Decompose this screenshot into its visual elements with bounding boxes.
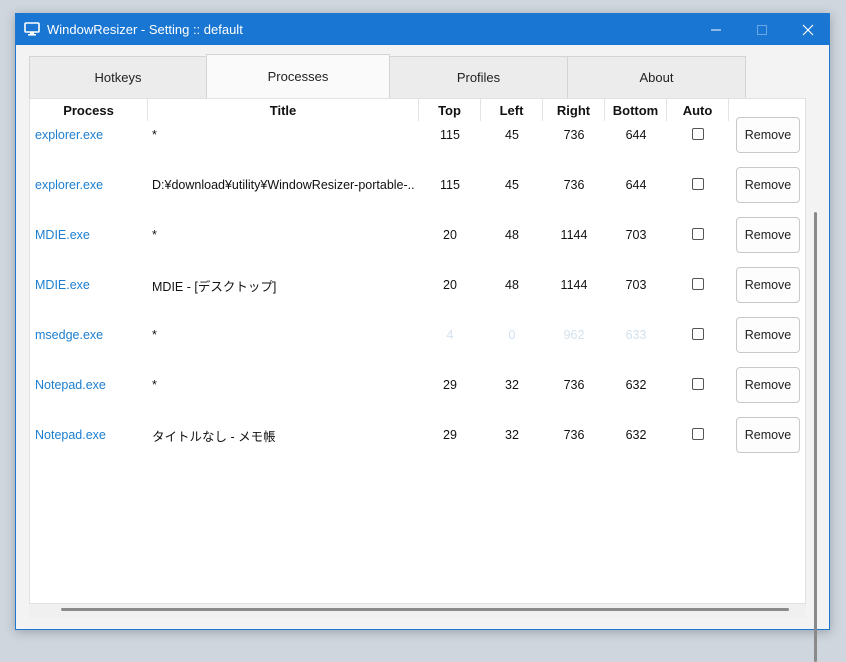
window-title: WindowResizer - Setting :: default — [47, 22, 243, 37]
auto-checkbox[interactable] — [692, 128, 704, 140]
right-value: 962 — [563, 328, 585, 342]
process-name[interactable]: Notepad.exe — [35, 425, 145, 445]
bottom-value: 632 — [625, 428, 647, 442]
left-value: 45 — [505, 128, 519, 142]
process-name[interactable]: msedge.exe — [35, 325, 145, 345]
top-value: 115 — [440, 128, 460, 142]
minimize-icon — [711, 29, 721, 30]
window-title-cell: * — [152, 378, 157, 392]
auto-checkbox[interactable] — [692, 378, 704, 390]
bottom-value: 703 — [625, 228, 647, 242]
remove-button[interactable]: Remove — [736, 217, 800, 253]
right-value: 736 — [563, 378, 585, 392]
header-right[interactable]: Right — [543, 99, 605, 121]
header-process[interactable]: Process — [30, 99, 148, 121]
remove-button[interactable]: Remove — [736, 267, 800, 303]
window-title-cell: タイトルなし - メモ帳 — [152, 429, 276, 444]
top-value: 4 — [446, 328, 454, 342]
process-name[interactable]: Notepad.exe — [35, 375, 145, 395]
remove-button[interactable]: Remove — [736, 167, 800, 203]
left-value: 45 — [505, 178, 519, 192]
window-title-cell: * — [152, 128, 157, 142]
top-value: 29 — [443, 378, 457, 392]
bottom-value: 703 — [625, 278, 647, 292]
tab-hotkeys[interactable]: Hotkeys — [29, 56, 207, 98]
auto-checkbox[interactable] — [692, 428, 704, 440]
remove-button[interactable]: Remove — [736, 117, 800, 153]
remove-button[interactable]: Remove — [736, 367, 800, 403]
process-name[interactable]: MDIE.exe — [35, 225, 145, 245]
monitor-icon — [24, 22, 40, 36]
window-title-cell: * — [152, 228, 157, 242]
top-value: 20 — [443, 278, 457, 292]
maximize-icon — [757, 24, 767, 35]
top-value: 20 — [443, 228, 457, 242]
auto-checkbox[interactable] — [692, 328, 704, 340]
horizontal-scrollbar[interactable] — [61, 608, 789, 611]
window-title-cell: * — [152, 328, 157, 342]
left-value: 32 — [505, 428, 519, 442]
window-title-cell: D:¥download¥utility¥WindowResizer-portab… — [152, 178, 414, 192]
processes-panel: Process Title Top Left Right Bottom Auto… — [29, 98, 817, 662]
header-auto[interactable]: Auto — [667, 99, 729, 121]
left-value: 0 — [508, 328, 516, 342]
close-icon — [802, 24, 814, 35]
auto-checkbox[interactable] — [692, 178, 704, 190]
right-value: 736 — [563, 428, 585, 442]
bottom-value: 644 — [625, 178, 647, 192]
header-top[interactable]: Top — [419, 99, 481, 121]
process-name[interactable]: explorer.exe — [35, 125, 145, 145]
remove-button[interactable]: Remove — [736, 417, 800, 453]
process-name[interactable]: explorer.exe — [35, 175, 145, 195]
window-title-cell: MDIE - [デスクトップ] — [152, 279, 277, 294]
left-value: 48 — [505, 228, 519, 242]
tab-about[interactable]: About — [567, 56, 746, 98]
title-bar[interactable]: WindowResizer - Setting :: default — [16, 14, 829, 45]
top-value: 29 — [443, 428, 457, 442]
left-value: 48 — [505, 278, 519, 292]
minimize-button[interactable] — [693, 14, 739, 45]
bottom-value: 632 — [625, 378, 647, 392]
vertical-scrollbar[interactable] — [814, 212, 817, 662]
right-value: 736 — [563, 178, 585, 192]
top-value: 115 — [440, 178, 460, 192]
right-value: 736 — [563, 128, 585, 142]
header-bottom[interactable]: Bottom — [605, 99, 667, 121]
bottom-value: 644 — [625, 128, 647, 142]
maximize-button[interactable] — [739, 14, 785, 45]
tab-strip: Hotkeys Processes Profiles About — [29, 54, 809, 98]
right-value: 1144 — [560, 228, 588, 242]
horizontal-scroll-track — [29, 604, 806, 618]
tab-profiles[interactable]: Profiles — [389, 56, 568, 98]
bottom-value: 633 — [625, 328, 647, 342]
process-name[interactable]: MDIE.exe — [35, 275, 145, 295]
remove-button[interactable]: Remove — [736, 317, 800, 353]
auto-checkbox[interactable] — [692, 228, 704, 240]
close-button[interactable] — [785, 14, 831, 45]
left-value: 32 — [505, 378, 519, 392]
right-value: 1144 — [560, 278, 588, 292]
auto-checkbox[interactable] — [692, 278, 704, 290]
settings-window: WindowResizer - Setting :: default Hotke… — [15, 13, 830, 662]
header-left[interactable]: Left — [481, 99, 543, 121]
tab-processes[interactable]: Processes — [206, 54, 390, 98]
header-title[interactable]: Title — [148, 99, 419, 121]
